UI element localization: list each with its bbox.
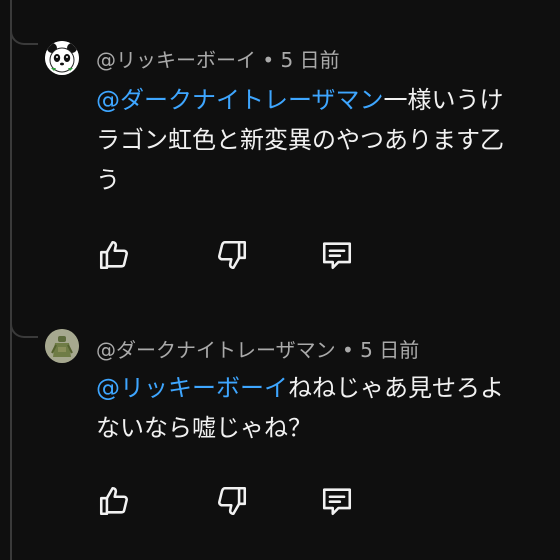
meta-separator: • xyxy=(341,338,354,362)
like-button[interactable] xyxy=(94,235,134,275)
reply-button[interactable] xyxy=(317,481,357,521)
reply-comment-icon xyxy=(322,242,352,270)
thumbs-up-icon xyxy=(99,486,128,516)
comment-line-1: @リッキーボーイねねじゃあ見せろよ xyxy=(96,368,504,408)
reply-button[interactable] xyxy=(317,235,357,275)
comment-line-2: ないなら嘘じゃね？ xyxy=(96,414,312,442)
mention-link[interactable]: @リッキーボーイ xyxy=(96,374,288,402)
comment-line-1: @ダークナイトレーザマン一様いうけ xyxy=(96,80,504,120)
dislike-button[interactable] xyxy=(212,481,252,521)
reply-comment-icon xyxy=(322,488,352,516)
thumbs-down-icon xyxy=(218,240,247,270)
comment-meta: @ダークナイトレーザマン • 5 日前 xyxy=(96,334,419,363)
comment-body: @リッキーボーイねねじゃあ見せろよ ないなら嘘じゃね？ xyxy=(96,368,504,448)
like-button[interactable] xyxy=(94,481,134,521)
comment-text: 一様いうけ xyxy=(383,86,504,114)
comment-time[interactable]: 5 日前 xyxy=(360,338,419,362)
thread-line xyxy=(10,0,12,560)
comment-line-3: う xyxy=(96,166,120,194)
comment-line-2: ラゴン虹色と新変異のやつあります乙 xyxy=(96,126,504,154)
comment-author[interactable]: @ダークナイトレーザマン xyxy=(96,338,336,362)
thread-branch xyxy=(10,21,38,45)
comment-time[interactable]: 5 日前 xyxy=(281,48,340,72)
thumbs-up-icon xyxy=(99,240,128,270)
thumbs-down-icon xyxy=(218,486,247,516)
comment-body: @ダークナイトレーザマン一様いうけ ラゴン虹色と新変異のやつあります乙 う xyxy=(96,80,504,200)
mention-link[interactable]: @ダークナイトレーザマン xyxy=(96,86,384,114)
figure-avatar-icon[interactable] xyxy=(45,329,79,363)
comment-author[interactable]: @リッキーボーイ xyxy=(96,48,256,72)
panda-avatar-icon[interactable] xyxy=(45,41,79,75)
thread-branch xyxy=(10,314,38,338)
comment-text: ねねじゃあ見せろよ xyxy=(288,374,504,402)
dislike-button[interactable] xyxy=(212,235,252,275)
meta-separator: • xyxy=(262,48,275,72)
comment-meta: @リッキーボーイ • 5 日前 xyxy=(96,44,340,73)
